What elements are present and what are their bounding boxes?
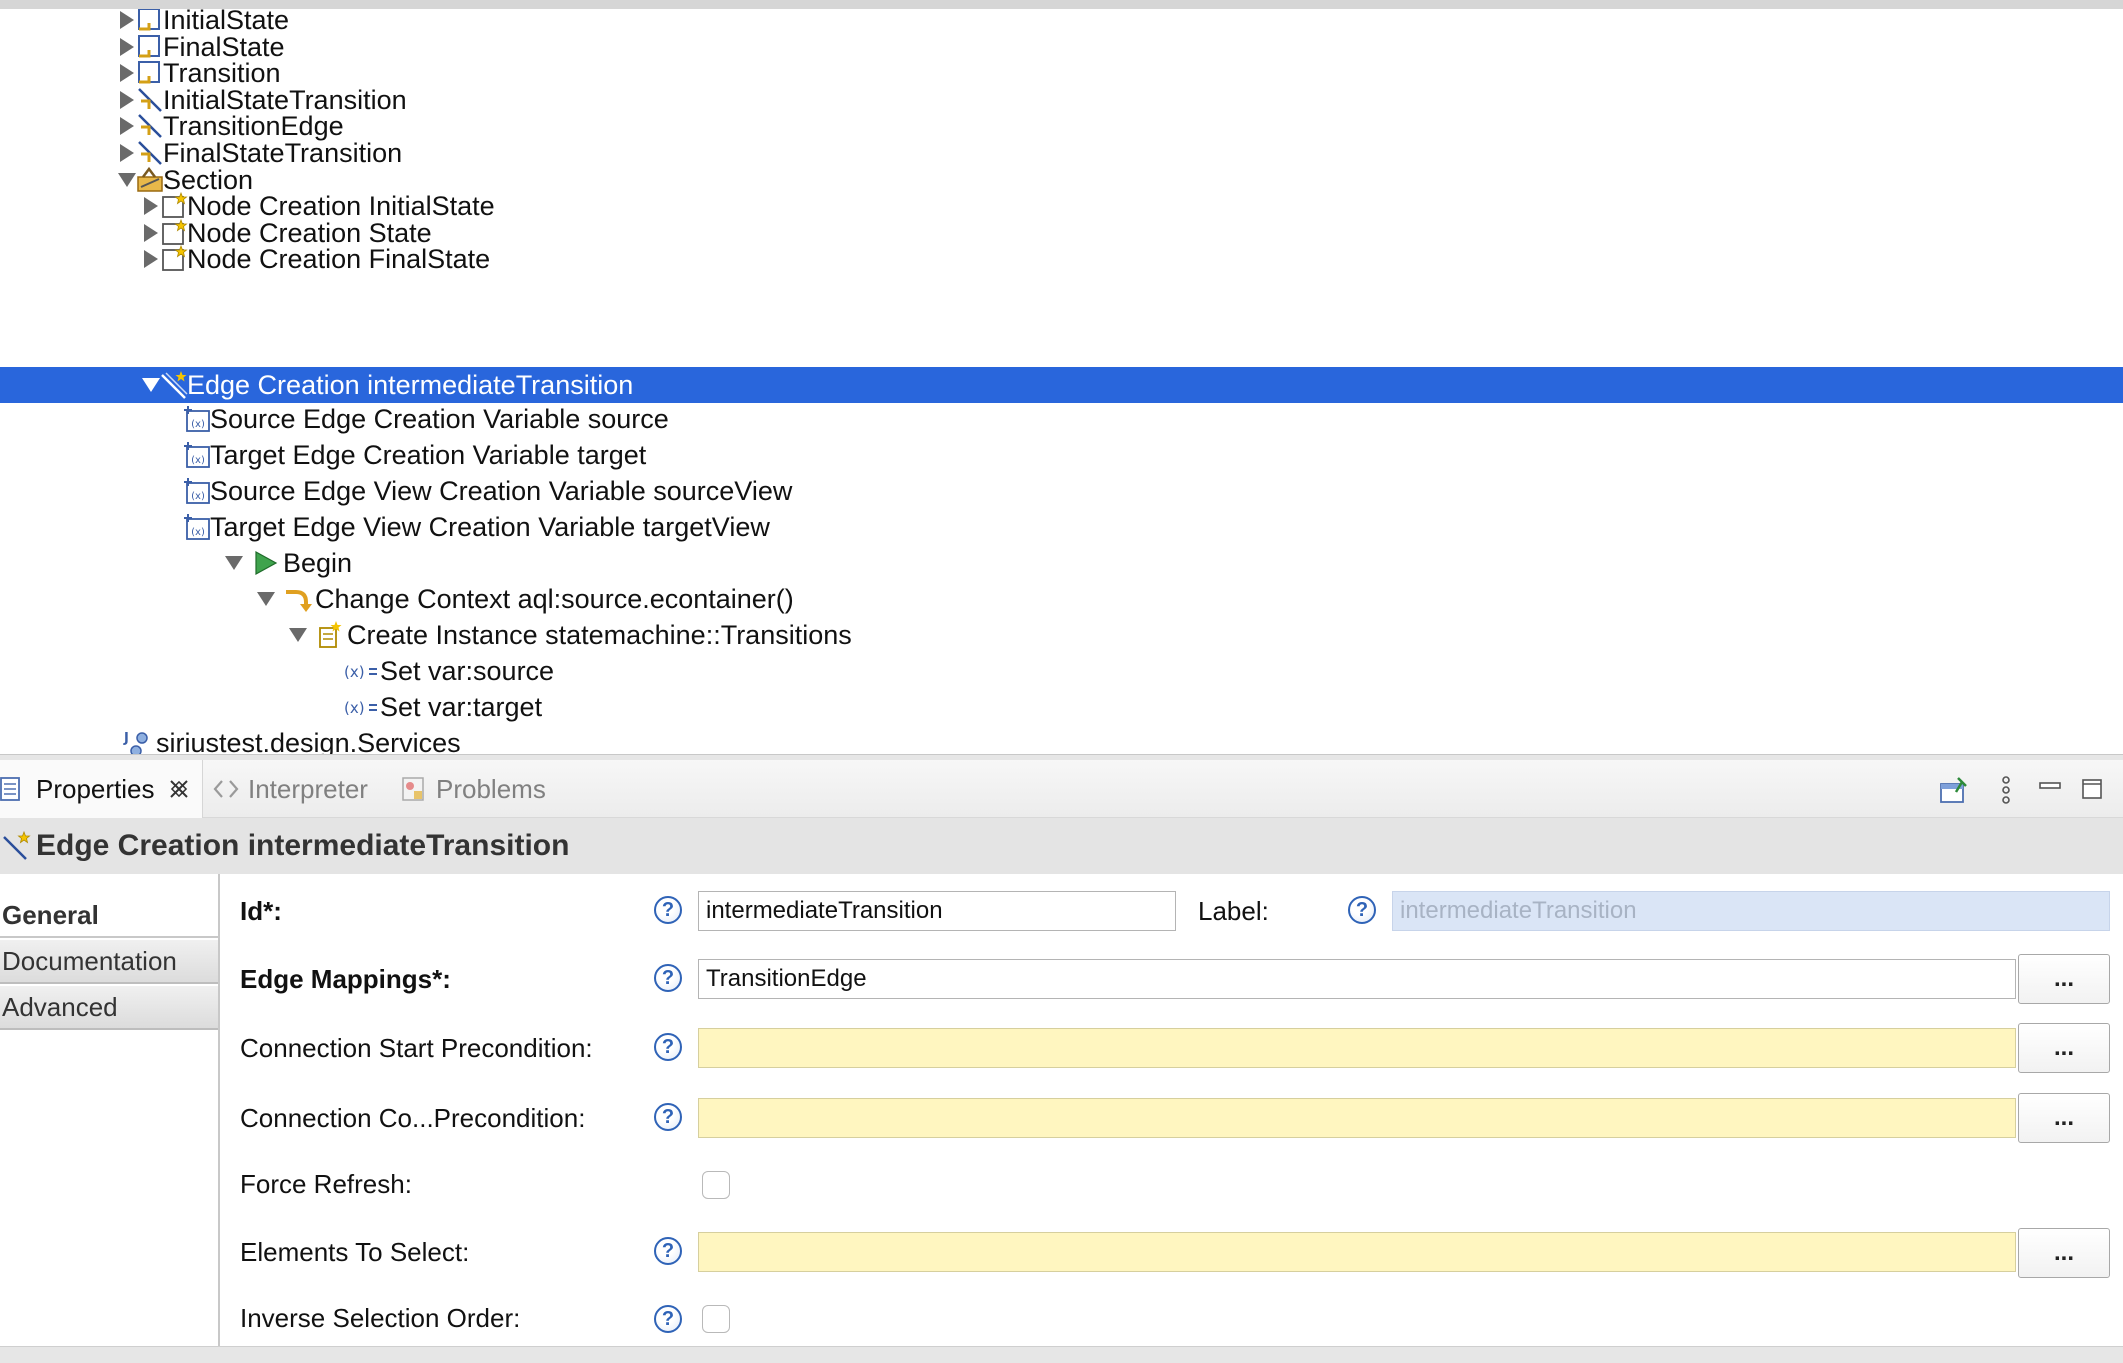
tree-item[interactable]: Change Context aql:source.econtainer() — [0, 581, 2123, 617]
set-value-icon: (x) — [344, 663, 377, 681]
change-context-icon — [286, 590, 312, 612]
set-value-icon: (x) — [344, 699, 377, 717]
tab-label: Interpreter — [248, 773, 368, 804]
complete-precondition-label: Connection Co...Precondition: — [240, 1103, 586, 1133]
tree-item-label: Set var:source — [380, 656, 555, 686]
general-section-form: Id*: ? intermediateTransition Label: ? i… — [222, 874, 2123, 1346]
help-icon[interactable]: ? — [654, 1103, 682, 1131]
begin-icon — [255, 550, 278, 576]
tree-item-label: Edge Creation intermediateTransition — [187, 370, 634, 400]
minimize-icon[interactable] — [2034, 774, 2066, 806]
variable-icon: (x) — [184, 514, 210, 540]
label-label: Label: — [1198, 896, 1269, 926]
complete-precondition-field[interactable] — [698, 1098, 2016, 1138]
tree-item-label: Node Creation FinalState — [187, 244, 491, 274]
label-field[interactable]: intermediateTransition — [1392, 891, 2110, 931]
tree-viewer[interactable]: InitialState FinalState Transition Initi… — [0, 0, 2123, 754]
elements-to-select-label: Elements To Select: — [240, 1237, 470, 1267]
tree-item-selected[interactable]: Edge Creation intermediateTransition — [0, 367, 2123, 403]
properties-icon — [0, 777, 20, 801]
svg-text:(x): (x) — [191, 491, 205, 502]
force-refresh-label: Force Refresh: — [240, 1169, 412, 1199]
tab-label: Problems — [436, 773, 546, 804]
inverse-selection-order-label: Inverse Selection Order: — [240, 1303, 521, 1333]
tree-item[interactable]: (x) Target Edge Creation Variable target — [0, 437, 2123, 473]
edge-mappings-browse-button[interactable]: ... — [2018, 954, 2110, 1004]
id-label: Id*: — [240, 896, 282, 926]
help-icon[interactable]: ? — [654, 964, 682, 992]
tree-item-label: Source Edge Creation Variable source — [210, 404, 669, 434]
node-creation-icon — [162, 244, 188, 271]
elements-to-select-field[interactable] — [698, 1232, 2016, 1272]
elements-to-select-browse-button[interactable]: ... — [2018, 1228, 2110, 1278]
id-field[interactable]: intermediateTransition — [698, 891, 1176, 931]
java-extension-icon: J — [123, 731, 148, 754]
status-bar — [0, 1346, 2123, 1363]
variable-icon: (x) — [184, 406, 210, 432]
tree-item-label: Set var:target — [380, 692, 543, 722]
start-precondition-label: Connection Start Precondition: — [240, 1033, 593, 1063]
start-precondition-browse-button[interactable]: ... — [2018, 1023, 2110, 1073]
section-tab-advanced[interactable]: Advanced — [0, 986, 218, 1030]
tree-item-label: Source Edge View Creation Variable sourc… — [210, 476, 793, 506]
help-icon[interactable]: ? — [654, 1305, 682, 1333]
section-tab-documentation[interactable]: Documentation — [0, 940, 218, 984]
variable-icon: (x) — [184, 478, 210, 504]
tree-item-label: siriustest.design.Services — [156, 728, 461, 754]
inverse-selection-order-checkbox[interactable] — [702, 1305, 730, 1333]
svg-text:(x): (x) — [191, 455, 205, 466]
properties-title: Edge Creation intermediateTransition — [36, 829, 570, 862]
tree-item-label: Target Edge View Creation Variable targe… — [210, 512, 770, 542]
tree-item-label: Create Instance statemachine::Transition… — [347, 620, 852, 650]
tab-properties[interactable]: Properties — [0, 760, 203, 818]
svg-text:J: J — [123, 731, 129, 746]
interpreter-icon — [213, 780, 239, 798]
view-menu-icon[interactable] — [1990, 774, 2022, 806]
tab-problems[interactable]: Problems — [400, 760, 546, 818]
tree-item[interactable]: (x) Source Edge Creation Variable source — [0, 401, 2123, 437]
edge-creation-icon — [161, 371, 188, 399]
tree-item-label: Begin — [283, 548, 353, 578]
properties-title-bar: Edge Creation intermediateTransition — [0, 818, 2123, 874]
tree-item[interactable]: Create Instance statemachine::Transition… — [0, 617, 2123, 653]
tree-item[interactable]: Begin — [0, 545, 2123, 581]
tree-item[interactable]: (x) Target Edge View Creation Variable t… — [0, 509, 2123, 545]
tree-item[interactable]: Node Creation FinalState — [0, 241, 2123, 277]
help-icon[interactable]: ? — [654, 1033, 682, 1061]
tree-item[interactable]: (x) Set var:target — [0, 689, 2123, 725]
edge-mappings-field[interactable]: TransitionEdge — [698, 959, 2016, 999]
collapse-arrow-icon[interactable] — [223, 552, 245, 574]
edge-mappings-label: Edge Mappings*: — [240, 964, 451, 994]
svg-text:(x): (x) — [191, 419, 205, 430]
close-icon[interactable] — [167, 777, 191, 801]
force-refresh-checkbox[interactable] — [702, 1171, 730, 1199]
help-icon[interactable]: ? — [654, 896, 682, 924]
collapse-arrow-icon[interactable] — [287, 624, 309, 646]
edge-creation-icon — [3, 831, 31, 860]
tree-item-label: Change Context aql:source.econtainer() — [315, 584, 794, 614]
variable-icon: (x) — [184, 442, 210, 468]
svg-text:(x): (x) — [344, 699, 365, 717]
tree-item[interactable]: J siriustest.design.Services — [0, 725, 2123, 754]
tab-interpreter[interactable]: Interpreter — [212, 760, 368, 818]
collapse-arrow-icon[interactable] — [255, 588, 277, 610]
view-tab-bar: Properties Interpreter Problems — [0, 760, 2123, 818]
tree-item-label: Target Edge Creation Variable target — [210, 440, 647, 470]
tree-item[interactable]: (x) Set var:source — [0, 653, 2123, 689]
create-instance-icon — [319, 621, 342, 648]
help-icon[interactable]: ? — [1348, 896, 1376, 924]
complete-precondition-browse-button[interactable]: ... — [2018, 1093, 2110, 1143]
start-precondition-field[interactable] — [698, 1028, 2016, 1068]
help-icon[interactable]: ? — [654, 1237, 682, 1265]
property-section-tabs: General Documentation Advanced — [0, 874, 220, 1346]
svg-text:(x): (x) — [344, 663, 365, 681]
tree-item[interactable]: (x) Source Edge View Creation Variable s… — [0, 473, 2123, 509]
section-tab-general[interactable]: General — [0, 894, 218, 938]
svg-text:(x): (x) — [191, 527, 205, 538]
pin-view-icon[interactable] — [1938, 774, 1970, 806]
tab-label: Properties — [36, 773, 155, 804]
maximize-icon[interactable] — [2076, 774, 2108, 806]
problems-icon — [402, 777, 424, 801]
